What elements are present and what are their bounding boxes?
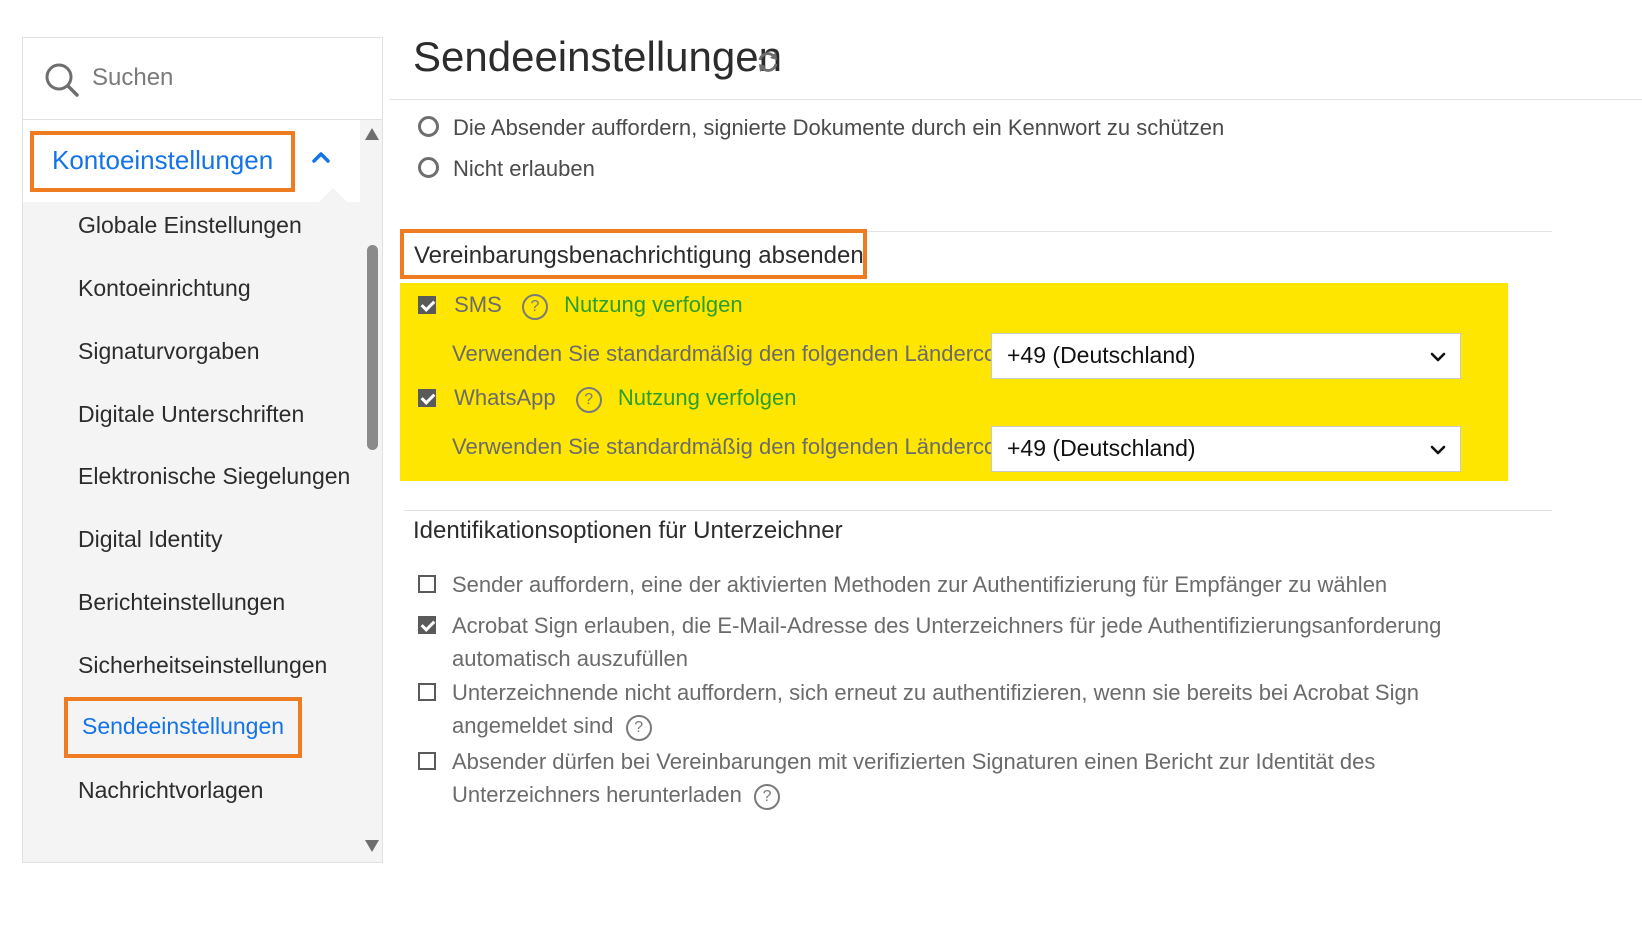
radio-option-password[interactable]: Die Absender auffordern, signierte Dokum…	[418, 115, 1224, 141]
scrollbar-thumb[interactable]	[367, 245, 378, 450]
id-option-label: Acrobat Sign erlauben, die E-Mail-Adress…	[452, 613, 1442, 671]
radio-label: Die Absender auffordern, signierte Dokum…	[453, 115, 1225, 140]
id-option-4[interactable]: Absender dürfen bei Vereinbarungen mit v…	[418, 745, 1498, 811]
identification-heading: Identifikationsoptionen für Unterzeichne…	[413, 517, 843, 544]
scroll-up-icon[interactable]	[365, 128, 379, 140]
sidebar-item-sendeeinstellungen[interactable]: Sendeeinstellungen	[64, 697, 303, 758]
radio-button[interactable]	[418, 116, 439, 137]
radio-label: Nicht erlauben	[453, 156, 595, 181]
sidebar-nav: Kontoeinstellungen Globale Einstellungen…	[23, 120, 360, 862]
refresh-icon[interactable]	[755, 49, 781, 75]
sidebar-item-digital-identity[interactable]: Digital Identity	[78, 526, 222, 553]
whatsapp-country-code-select[interactable]: +49 (Deutschland)	[991, 426, 1461, 472]
whatsapp-country-code-label: Verwenden Sie standardmäßig den folgende…	[452, 434, 1027, 459]
sidebar-item-signaturvorgaben[interactable]: Signaturvorgaben	[78, 338, 260, 365]
title-divider	[390, 99, 1642, 100]
page-title: Sendeeinstellungen	[413, 33, 782, 80]
id-option-2[interactable]: Acrobat Sign erlauben, die E-Mail-Adress…	[418, 609, 1498, 675]
radio-option-disallow[interactable]: Nicht erlauben	[418, 156, 595, 182]
chevron-down-icon	[1430, 445, 1446, 455]
id-option-checkbox[interactable]	[418, 616, 436, 634]
id-option-1[interactable]: Sender auffordern, eine der aktivierten …	[418, 568, 1498, 601]
help-icon[interactable]: ?	[754, 784, 781, 810]
sidebar: Suchen Kontoeinstellungen Globale Einste…	[22, 37, 383, 863]
whatsapp-checkbox[interactable]	[418, 389, 436, 407]
whatsapp-track-usage-link[interactable]: Nutzung verfolgen	[618, 385, 797, 410]
sms-country-code-label: Verwenden Sie standardmäßig den folgende…	[452, 341, 1027, 366]
whatsapp-option: WhatsApp ? Nutzung verfolgen	[418, 385, 796, 413]
sidebar-item-sicherheitseinstellungen[interactable]: Sicherheitseinstellungen	[78, 652, 327, 679]
sms-label: SMS	[454, 292, 502, 317]
sms-country-code-select[interactable]: +49 (Deutschland)	[991, 333, 1461, 379]
sms-option: SMS ? Nutzung verfolgen	[418, 292, 743, 320]
nav-group-header[interactable]: Kontoeinstellungen	[23, 120, 360, 202]
chevron-down-icon	[1430, 352, 1446, 362]
sidebar-item-nachrichtvorlagen[interactable]: Nachrichtvorlagen	[78, 777, 263, 804]
scroll-down-icon[interactable]	[365, 840, 379, 852]
help-icon[interactable]: ?	[521, 294, 548, 320]
sidebar-scrollbar[interactable]	[362, 120, 382, 862]
search-icon	[45, 63, 79, 97]
help-icon[interactable]: ?	[575, 387, 602, 413]
notification-heading: Vereinbarungsbenachrichtigung absenden	[414, 242, 864, 269]
sidebar-item-globale-einstellungen[interactable]: Globale Einstellungen	[78, 212, 302, 239]
whatsapp-label: WhatsApp	[454, 385, 556, 410]
notification-section-header: Vereinbarungsbenachrichtigung absenden	[400, 229, 867, 279]
id-option-checkbox[interactable]	[418, 575, 436, 593]
sms-track-usage-link[interactable]: Nutzung verfolgen	[564, 292, 743, 317]
id-option-checkbox[interactable]	[418, 752, 436, 770]
id-option-label: Unterzeichnende nicht auffordern, sich e…	[452, 680, 1419, 738]
chevron-up-icon[interactable]	[310, 149, 332, 165]
sidebar-item-digitale-unterschriften[interactable]: Digitale Unterschriften	[78, 401, 304, 428]
id-option-label: Absender dürfen bei Vereinbarungen mit v…	[452, 749, 1376, 807]
help-icon[interactable]: ?	[625, 715, 652, 741]
group-pointer	[319, 188, 347, 202]
sidebar-item-kontoeinrichtung[interactable]: Kontoeinrichtung	[78, 275, 251, 302]
sidebar-item-elektronische-siegelungen[interactable]: Elektronische Siegelungen	[78, 463, 350, 490]
id-option-checkbox[interactable]	[418, 683, 436, 701]
sms-checkbox[interactable]	[418, 296, 436, 314]
search-box[interactable]: Suchen	[23, 38, 382, 120]
whatsapp-country-code-value: +49 (Deutschland)	[1007, 435, 1196, 461]
sidebar-item-berichteinstellungen[interactable]: Berichteinstellungen	[78, 589, 285, 616]
section-divider	[404, 510, 1552, 511]
id-option-label: Sender auffordern, eine der aktivierten …	[452, 572, 1388, 597]
id-option-3[interactable]: Unterzeichnende nicht auffordern, sich e…	[418, 676, 1498, 742]
radio-button[interactable]	[418, 157, 439, 178]
search-input[interactable]: Suchen	[92, 64, 173, 92]
nav-group-label[interactable]: Kontoeinstellungen	[30, 131, 296, 192]
sms-country-code-value: +49 (Deutschland)	[1007, 342, 1196, 368]
